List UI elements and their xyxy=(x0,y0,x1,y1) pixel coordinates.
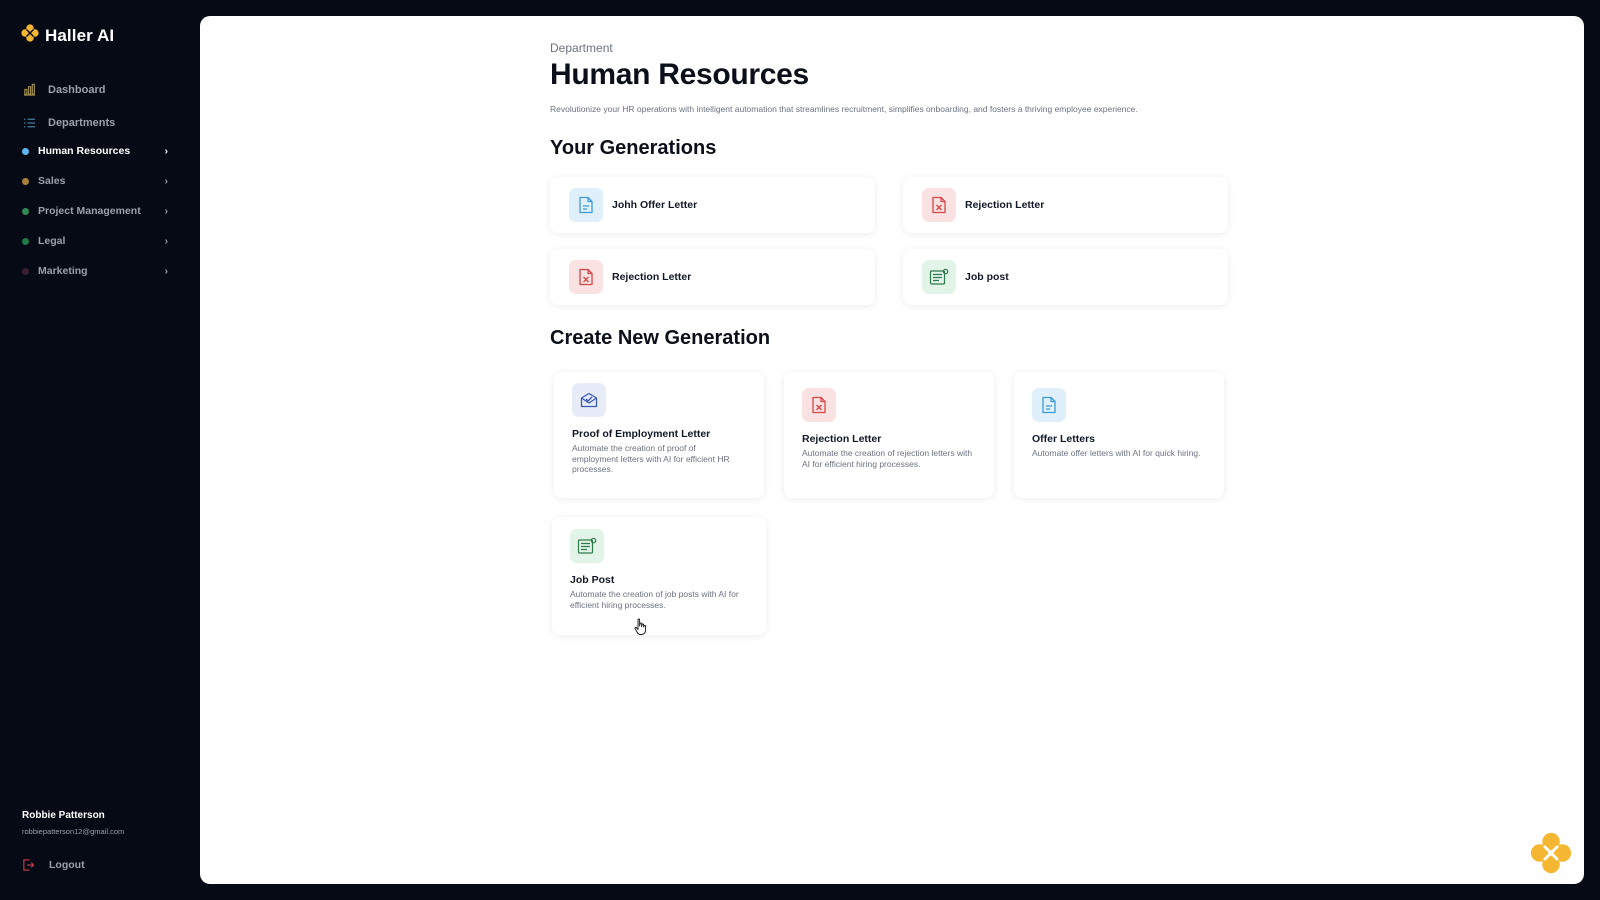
card-title: Rejection Letter xyxy=(802,433,882,445)
document-icon xyxy=(569,188,603,222)
chevron-right-icon: › xyxy=(164,265,168,277)
card-description: Automate the creation of proof of employ… xyxy=(572,443,730,474)
user-name: Robbie Patterson xyxy=(22,810,105,821)
dept-label: Human Resources xyxy=(38,145,131,157)
your-generations-title: Your Generations xyxy=(550,137,717,159)
nav-dashboard[interactable]: Dashboard xyxy=(0,73,200,106)
sidebar: Haller AI Dashboard Departments Human Re… xyxy=(0,0,200,900)
bar-chart-icon xyxy=(22,83,36,97)
chevron-right-icon: › xyxy=(164,175,168,187)
dept-label: Marketing xyxy=(38,265,88,277)
logout-label: Logout xyxy=(49,859,85,871)
sidebar-item-sales[interactable]: Sales › xyxy=(0,166,200,196)
generation-label: Johh Offer Letter xyxy=(612,199,698,211)
sidebar-item-project-management[interactable]: Project Management › xyxy=(0,196,200,226)
generation-card[interactable]: Rejection Letter xyxy=(903,177,1228,233)
card-description: Automate the creation of job posts with … xyxy=(570,589,739,610)
new-generation-card-job-post[interactable]: Job Post Automate the creation of job po… xyxy=(552,517,766,635)
generation-card[interactable]: Johh Offer Letter xyxy=(550,177,875,233)
user-profile: Robbie Patterson robbiepatterson12@gmail… xyxy=(22,810,124,836)
brand-name: Haller AI xyxy=(45,25,115,45)
status-dot xyxy=(22,267,29,275)
main-nav: Dashboard Departments xyxy=(0,73,200,139)
haller-logo-icon xyxy=(21,24,39,47)
logout-icon xyxy=(22,858,36,872)
dept-label: Sales xyxy=(38,175,66,187)
breadcrumb: Department xyxy=(550,41,613,55)
page-title: Human Resources xyxy=(550,58,809,91)
rejected-document-icon xyxy=(802,388,836,422)
generation-card[interactable]: Rejection Letter xyxy=(550,249,875,305)
new-generation-card-rejection-letter[interactable]: Rejection Letter Automate the creation o… xyxy=(784,372,994,498)
chevron-right-icon: › xyxy=(164,205,168,217)
status-dot xyxy=(22,237,29,245)
card-description: Automate offer letters with AI for quick… xyxy=(1032,448,1201,458)
mail-check-icon xyxy=(572,383,606,417)
rejected-document-icon xyxy=(922,188,956,222)
sidebar-item-legal[interactable]: Legal › xyxy=(0,226,200,256)
job-post-icon xyxy=(570,529,604,563)
document-icon xyxy=(1032,388,1066,422)
job-post-icon xyxy=(922,260,956,294)
list-icon xyxy=(22,116,36,130)
rejected-document-icon xyxy=(569,260,603,294)
hand-cursor-icon xyxy=(634,618,648,641)
sidebar-item-marketing[interactable]: Marketing › xyxy=(0,256,200,286)
new-generation-card-proof-of-employment[interactable]: Proof of Employment Letter Automate the … xyxy=(554,372,764,498)
chevron-right-icon: › xyxy=(164,145,168,157)
brand[interactable]: Haller AI xyxy=(21,24,114,47)
floating-logo-icon[interactable] xyxy=(1530,832,1572,879)
department-nav: Human Resources › Sales › Project Manage… xyxy=(0,136,200,286)
dept-label: Legal xyxy=(38,235,66,247)
generation-label: Rejection Letter xyxy=(965,199,1045,211)
user-email: robbiepatterson12@gmail.com xyxy=(22,827,125,836)
card-title: Job Post xyxy=(570,574,615,586)
status-dot xyxy=(22,177,29,185)
nav-departments-label: Departments xyxy=(48,116,116,129)
chevron-right-icon: › xyxy=(164,235,168,247)
card-title: Offer Letters xyxy=(1032,433,1096,445)
generation-label: Job post xyxy=(965,271,1009,283)
generation-label: Rejection Letter xyxy=(612,271,692,283)
generation-card[interactable]: Job post xyxy=(903,249,1228,305)
main-panel: Department Human Resources Revolutionize… xyxy=(200,16,1584,884)
new-generation-card-offer-letters[interactable]: Offer Letters Automate offer letters wit… xyxy=(1014,372,1224,498)
create-new-title: Create New Generation xyxy=(550,327,771,349)
status-dot xyxy=(22,207,29,215)
dept-label: Project Management xyxy=(38,205,141,217)
card-description: Automate the creation of rejection lette… xyxy=(802,448,973,469)
nav-dashboard-label: Dashboard xyxy=(48,83,106,96)
sidebar-item-human-resources[interactable]: Human Resources › xyxy=(0,136,200,166)
page-description: Revolutionize your HR operations with in… xyxy=(550,104,1138,114)
logout-button[interactable]: Logout xyxy=(22,858,85,872)
page-header: Department Human Resources Revolutionize… xyxy=(550,41,1250,114)
status-dot xyxy=(22,147,29,155)
card-title: Proof of Employment Letter xyxy=(572,428,711,440)
nav-departments[interactable]: Departments xyxy=(0,106,200,139)
